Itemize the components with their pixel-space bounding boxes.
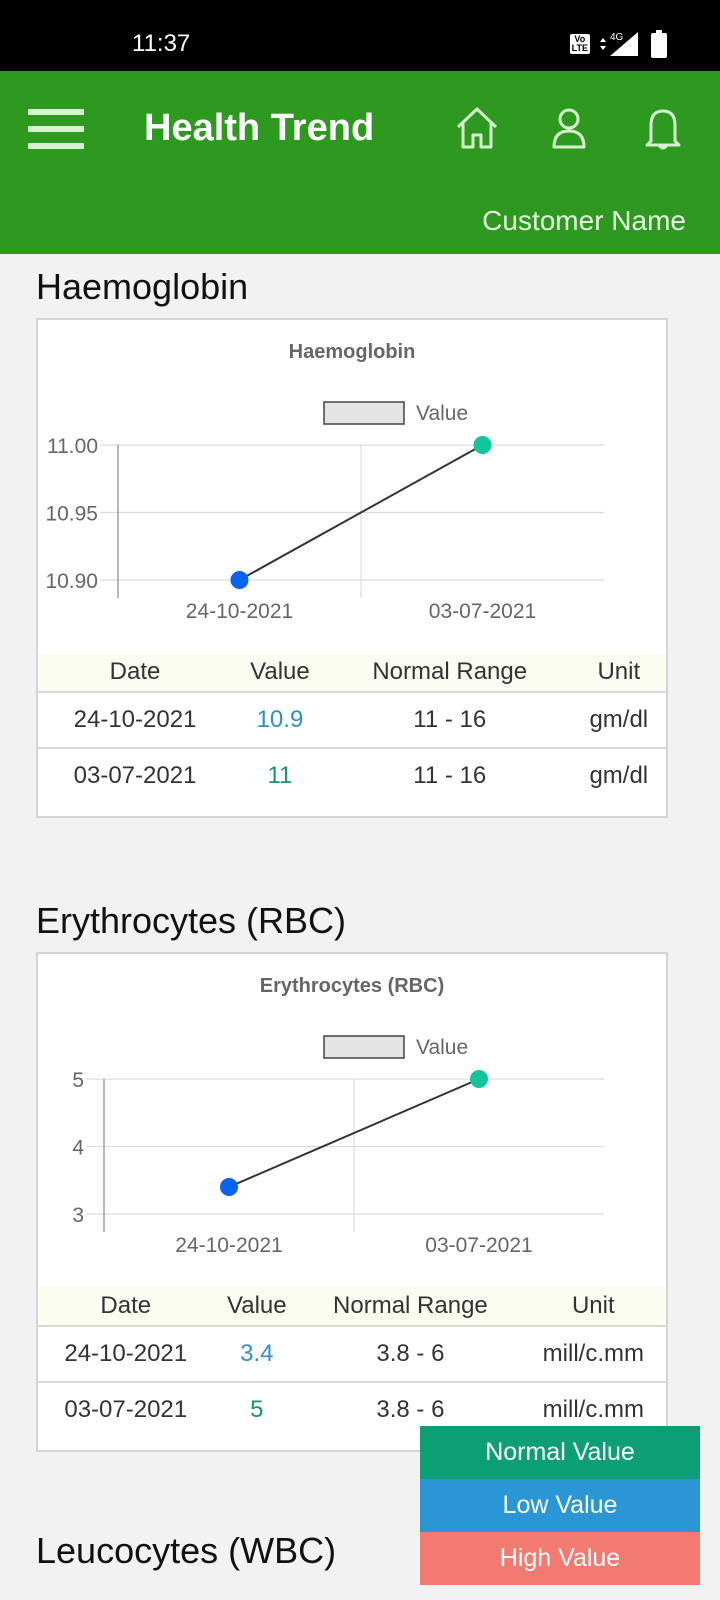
- table-row: 24-10-2021 3.4 3.8 - 6 mill/c.mm: [38, 1326, 666, 1383]
- battery-icon: [651, 30, 667, 58]
- rbc-card: Erythrocytes (RBC) Value 5 4 3 24-10-2021 03-0…: [36, 952, 668, 1452]
- volte-icon: Vo LTE: [569, 34, 590, 54]
- rbc-chart: Erythrocytes (RBC) Value 5 4 3 24-10-2021 03-0…: [72, 975, 604, 1257]
- signal-icon: 4G: [600, 32, 638, 56]
- status-icons: Vo LTE 4G: [569, 30, 668, 58]
- cell-range: 11 - 16: [413, 762, 487, 789]
- bell-icon[interactable]: [640, 105, 686, 151]
- col-date: Date: [38, 653, 233, 693]
- legend-normal-value[interactable]: Normal Value: [420, 1426, 700, 1479]
- table-header-row: Date Value Normal Range Unit: [38, 653, 666, 693]
- y-tick-label: 10.95: [45, 503, 98, 526]
- y-tick-label: 10.90: [45, 570, 98, 593]
- home-icon[interactable]: [454, 105, 500, 151]
- svg-text:4G: 4G: [610, 32, 624, 43]
- x-tick-label: 03-07-2021: [429, 600, 536, 623]
- cell-value: 3.4: [213, 1326, 301, 1383]
- data-point: [220, 1178, 238, 1196]
- col-value: Value: [213, 1287, 301, 1327]
- section-title: Leucocytes (WBC): [36, 1530, 337, 1571]
- haemoglobin-card: Haemoglobin Value 11.00 10.95 10.90 24-10-202…: [36, 318, 668, 818]
- page-title: Health Trend: [144, 107, 375, 149]
- col-range: Normal Range: [327, 653, 572, 693]
- rbc-table: Date Value Normal Range Unit 24-10-2021 …: [38, 1287, 666, 1437]
- user-icon[interactable]: [546, 105, 592, 151]
- haemoglobin-chart: Haemoglobin Value 11.00 10.95 10.90 24-10-202…: [45, 341, 604, 623]
- data-point: [230, 571, 249, 589]
- legend-high-value[interactable]: High Value: [420, 1532, 700, 1585]
- col-value: Value: [232, 653, 328, 693]
- y-tick-label: 3: [72, 1204, 84, 1227]
- data-point: [470, 1070, 488, 1088]
- cell-range: 3.8 - 6: [300, 1326, 521, 1383]
- chart-title: Erythrocytes (RBC): [260, 975, 444, 997]
- cell-unit: gm/dl: [589, 762, 649, 789]
- x-tick-label: 24-10-2021: [175, 1234, 282, 1257]
- legend-label: Value: [416, 402, 468, 425]
- cell-value: 10.9: [232, 692, 328, 749]
- cell-date: 03-07-2021: [73, 762, 197, 789]
- haemoglobin-table: Date Value Normal Range Unit 24-10-2021 …: [38, 653, 666, 803]
- table-row: 24-10-2021 10.9 11 - 16 gm/dl: [38, 692, 666, 749]
- cell-unit: gm/dl: [571, 692, 666, 749]
- cell-date: 24-10-2021: [38, 1326, 214, 1383]
- y-tick-label: 5: [72, 1069, 84, 1092]
- x-tick-label: 24-10-2021: [186, 600, 293, 623]
- customer-name: Customer Name: [482, 205, 686, 236]
- legend-label: Value: [416, 1036, 468, 1059]
- cell-unit: mill/c.mm: [520, 1326, 666, 1383]
- y-tick-label: 11.00: [47, 435, 98, 458]
- legend-swatch: [323, 401, 405, 425]
- cell-range: 11 - 16: [327, 692, 572, 749]
- section-title: Haemoglobin: [36, 266, 249, 307]
- app-bar: Health Trend Customer Name: [0, 71, 720, 254]
- col-date: Date: [38, 1287, 214, 1327]
- legend-swatch: [323, 1035, 405, 1059]
- section-title: Erythrocytes (RBC): [36, 900, 347, 941]
- x-tick-label: 03-07-2021: [425, 1234, 532, 1257]
- table-header-row: Date Value Normal Range Unit: [38, 1287, 666, 1327]
- menu-icon[interactable]: [28, 109, 84, 149]
- y-tick-label: 4: [72, 1137, 84, 1160]
- cell-value: 5: [250, 1396, 264, 1423]
- table-row: 03-07-2021 11 11 - 16 gm/dl: [38, 748, 666, 803]
- cell-date: 03-07-2021: [64, 1396, 188, 1423]
- cell-date: 24-10-2021: [38, 692, 233, 749]
- data-point: [473, 436, 492, 454]
- value-status-legend: Normal Value Low Value High Value: [420, 1426, 700, 1585]
- status-bar: 11:37 Vo LTE 4G: [0, 0, 720, 71]
- cell-value: 11: [267, 762, 293, 789]
- col-unit: Unit: [571, 653, 666, 693]
- legend-low-value[interactable]: Low Value: [420, 1479, 700, 1532]
- chart-title: Haemoglobin: [289, 341, 416, 363]
- col-range: Normal Range: [300, 1287, 521, 1327]
- status-time: 11:37: [132, 30, 191, 57]
- col-unit: Unit: [520, 1287, 666, 1327]
